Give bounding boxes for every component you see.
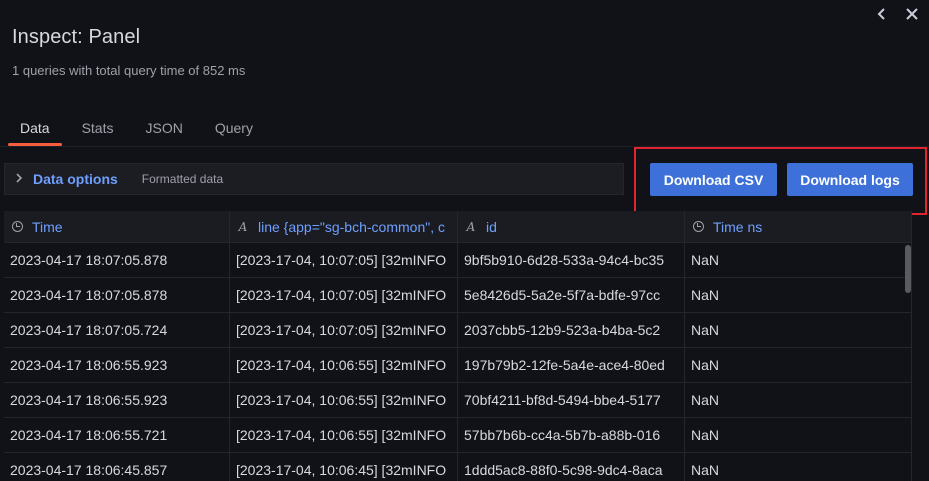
cell-line: [2023-17-04, 10:06:45] [32mINFO: [230, 453, 458, 481]
table-row: 2023-04-17 18:06:55.923 [2023-17-04, 10:…: [4, 348, 912, 383]
table-header: Time A line {app="sg-bch-common", c A id…: [4, 211, 912, 243]
data-options-toggle[interactable]: Data options Formatted data: [4, 163, 624, 195]
chevron-left-icon[interactable]: [873, 6, 891, 24]
cell-time-ns: NaN: [685, 383, 912, 417]
clock-icon: [10, 220, 24, 234]
chevron-right-icon: [5, 172, 33, 186]
cell-id: 2037cbb5-12b9-523a-b4ba-5c2: [458, 313, 685, 347]
cell-time-ns: NaN: [685, 453, 912, 481]
page-title: Inspect: Panel: [12, 26, 141, 48]
tab-data[interactable]: Data: [4, 116, 66, 146]
table-scrollbar[interactable]: [905, 245, 911, 293]
cell-id: 9bf5b910-6d28-533a-94c4-bc35: [458, 243, 685, 277]
cell-line: [2023-17-04, 10:07:05] [32mINFO: [230, 278, 458, 312]
column-header-time-ns[interactable]: Time ns: [685, 211, 912, 242]
highlight-annotation: [634, 147, 927, 215]
query-summary: 1 queries with total query time of 852 m…: [12, 63, 246, 78]
close-icon[interactable]: [903, 6, 921, 24]
cell-line: [2023-17-04, 10:06:55] [32mINFO: [230, 418, 458, 452]
table-row: 2023-04-17 18:06:45.857 [2023-17-04, 10:…: [4, 453, 912, 481]
cell-id: 57bb7b6b-cc4a-5b7b-a88b-016: [458, 418, 685, 452]
column-header-line[interactable]: A line {app="sg-bch-common", c: [230, 211, 458, 242]
table-row: 2023-04-17 18:06:55.721 [2023-17-04, 10:…: [4, 418, 912, 453]
cell-line: [2023-17-04, 10:06:55] [32mINFO: [230, 348, 458, 382]
tab-stats[interactable]: Stats: [66, 116, 130, 146]
cell-id: 70bf4211-bf8d-5494-bbe4-5177: [458, 383, 685, 417]
cell-time-ns: NaN: [685, 313, 912, 347]
table-row: 2023-04-17 18:07:05.724 [2023-17-04, 10:…: [4, 313, 912, 348]
cell-line: [2023-17-04, 10:06:55] [32mINFO: [230, 383, 458, 417]
tab-query[interactable]: Query: [199, 116, 269, 146]
inspect-tabs: Data Stats JSON Query: [4, 116, 269, 146]
cell-time: 2023-04-17 18:06:45.857: [4, 453, 230, 481]
cell-time: 2023-04-17 18:07:05.724: [4, 313, 230, 347]
cell-time-ns: NaN: [685, 348, 912, 382]
cell-id: 197b79b2-12fe-5a4e-ace4-80ed: [458, 348, 685, 382]
cell-time-ns: NaN: [685, 243, 912, 277]
column-header-id[interactable]: A id: [458, 211, 685, 242]
cell-id: 1ddd5ac8-88f0-5c98-9dc4-8aca: [458, 453, 685, 481]
cell-line: [2023-17-04, 10:07:05] [32mINFO: [230, 313, 458, 347]
cell-time: 2023-04-17 18:07:05.878: [4, 278, 230, 312]
cell-time-ns: NaN: [685, 278, 912, 312]
data-options-description: Formatted data: [141, 172, 224, 186]
text-field-icon: A: [238, 219, 248, 234]
data-table: Time A line {app="sg-bch-common", c A id…: [4, 211, 912, 481]
cell-time-ns: NaN: [685, 418, 912, 452]
cell-time: 2023-04-17 18:06:55.923: [4, 348, 230, 382]
clock-icon: [691, 220, 705, 234]
table-row: 2023-04-17 18:07:05.878 [2023-17-04, 10:…: [4, 278, 912, 313]
drawer-controls: [873, 6, 921, 24]
cell-time: 2023-04-17 18:06:55.923: [4, 383, 230, 417]
table-row: 2023-04-17 18:07:05.878 [2023-17-04, 10:…: [4, 243, 912, 278]
text-field-icon: A: [466, 219, 476, 234]
cell-time: 2023-04-17 18:06:55.721: [4, 418, 230, 452]
table-row: 2023-04-17 18:06:55.923 [2023-17-04, 10:…: [4, 383, 912, 418]
column-header-time[interactable]: Time: [4, 211, 230, 242]
cell-time: 2023-04-17 18:07:05.878: [4, 243, 230, 277]
cell-id: 5e8426d5-5a2e-5f7a-bdfe-97cc: [458, 278, 685, 312]
data-options-title: Data options: [33, 171, 118, 187]
tab-json[interactable]: JSON: [129, 116, 198, 146]
cell-line: [2023-17-04, 10:07:05] [32mINFO: [230, 243, 458, 277]
